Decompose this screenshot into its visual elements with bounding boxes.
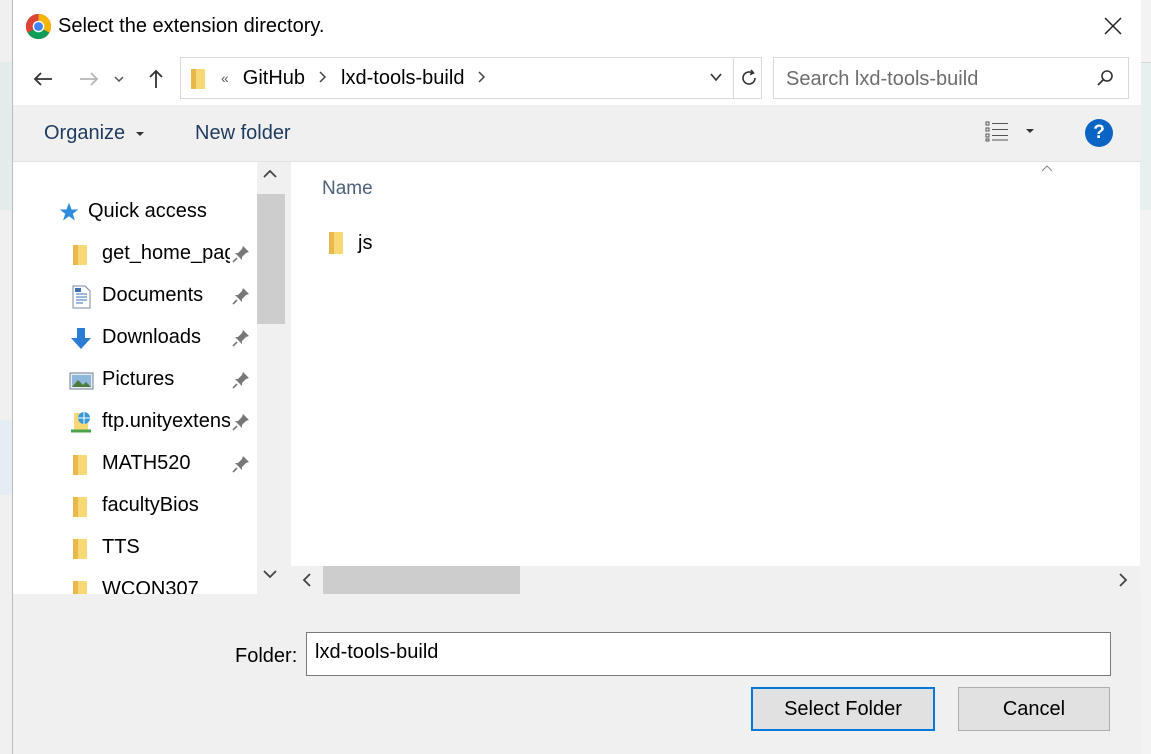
sidebar-item-label: TTS [102,536,140,558]
file-list-item[interactable]: js [326,228,372,258]
scroll-down-icon[interactable] [262,568,278,580]
pin-icon[interactable] [231,370,251,390]
sidebar-item-pictures[interactable]: Pictures [13,360,255,400]
pin-icon[interactable] [231,454,251,474]
organize-button[interactable]: Organize [44,122,145,145]
sidebar-item-label: WCON307 [102,578,199,594]
column-header-name[interactable]: Name [322,178,373,200]
arrow-up-icon [149,69,163,88]
details-view-icon[interactable] [985,120,1009,142]
breadcrumb-overflow[interactable]: « [221,70,229,86]
view-options-dropdown-icon[interactable] [1025,128,1035,134]
organize-label: Organize [44,122,126,144]
address-bar[interactable]: « GitHub lxd-tools-build [180,57,762,99]
forward-button[interactable] [75,66,103,92]
breadcrumb-separator-icon[interactable] [319,70,327,87]
folder-icon [73,581,87,594]
breadcrumb-item-github[interactable]: GitHub [243,67,305,90]
pin-icon[interactable] [231,286,251,306]
up-button[interactable] [142,66,170,92]
network-location-icon [71,412,91,433]
address-dropdown-icon[interactable] [709,70,723,84]
pin-icon[interactable] [231,244,251,264]
sidebar-item-label: Downloads [102,326,201,348]
search-input[interactable]: Search lxd-tools-build [786,68,978,91]
sort-ascending-icon [1041,165,1053,172]
sidebar-item-label: Pictures [102,368,175,390]
breadcrumb-item-lxd-tools-build[interactable]: lxd-tools-build [341,67,464,90]
file-name: js [358,231,373,254]
dialog-title: Select the extension directory. [58,15,325,37]
close-icon [1104,17,1122,35]
folder-icon [191,69,205,89]
sidebar-item-label: facultyBios [102,494,199,516]
folder-icon [73,455,87,475]
navigation-pane-scrollbar[interactable] [257,162,290,594]
caret-down-icon [135,131,144,136]
pin-icon[interactable] [231,328,251,348]
sidebar-item-label: Quick access [88,200,207,222]
new-folder-button[interactable]: New folder [195,122,291,145]
help-button[interactable]: ? [1085,119,1113,147]
downloads-icon [71,328,91,349]
file-list-horizontal-scrollbar[interactable] [291,566,1140,594]
scroll-up-icon[interactable] [262,168,278,180]
navigation-bar: « GitHub lxd-tools-build Search lxd-tool… [13,52,1141,105]
file-list-pane[interactable]: Name js [291,162,1140,566]
select-folder-button[interactable]: Select Folder [751,687,935,731]
scroll-right-icon[interactable] [1117,572,1129,588]
arrow-right-icon [80,72,99,86]
folder-name-input[interactable]: lxd-tools-build [306,632,1111,676]
sidebar-item-get-home-page[interactable]: get_home_page [13,234,255,274]
background-window-right [1140,0,1151,754]
search-box[interactable]: Search lxd-tools-build [773,57,1129,99]
sidebar-item-label: ftp.unityextension [102,410,230,432]
folder-icon [73,497,87,517]
dialog-footer: Folder: lxd-tools-build Select Folder Ca… [13,594,1141,754]
sidebar-item-label: MATH520 [102,452,191,474]
sidebar-item-downloads[interactable]: Downloads [13,318,255,358]
chevron-down-icon [114,76,124,82]
documents-icon [72,285,91,309]
sidebar-item-wcon307[interactable]: WCON307 [13,570,255,594]
command-bar: Organize New folder ? [13,105,1141,162]
recent-locations-button[interactable] [109,66,129,92]
folder-icon [329,232,343,254]
breadcrumb-separator-icon[interactable] [478,70,486,87]
sidebar-item-ftp-unityextension[interactable]: ftp.unityextension [13,402,255,442]
folder-icon [73,245,87,265]
pictures-icon [69,372,94,390]
scrollbar-thumb[interactable] [323,566,520,594]
back-button[interactable] [29,66,57,92]
refresh-icon [741,69,756,85]
title-bar: Select the extension directory. [13,0,1141,52]
folder-icon [73,539,87,559]
sidebar-item-facultybios[interactable]: facultyBios [13,486,255,526]
refresh-button[interactable] [733,58,763,98]
pin-icon[interactable] [231,412,251,432]
cancel-button[interactable]: Cancel [958,687,1110,731]
sidebar-item-tts[interactable]: TTS [13,528,255,568]
background-window-left [0,0,12,754]
sidebar-item-label: Documents [102,284,204,306]
star-icon [59,202,79,221]
search-icon [1097,70,1113,86]
sidebar-item-documents[interactable]: Documents [13,276,255,316]
scroll-left-icon[interactable] [301,572,313,588]
arrow-left-icon [33,72,52,86]
folder-label: Folder: [235,645,298,667]
navigation-pane[interactable]: Quick access get_home_page Documents [13,162,290,594]
folder-picker-dialog: Select the extension directory. « GitHub… [12,0,1141,754]
chrome-icon [25,13,52,40]
sidebar-item-quick-access[interactable]: Quick access [13,192,255,232]
scrollbar-thumb[interactable] [257,194,285,324]
sidebar-item-math520[interactable]: MATH520 [13,444,255,484]
sidebar-item-label: get_home_page [102,242,230,264]
close-button[interactable] [1093,8,1133,44]
